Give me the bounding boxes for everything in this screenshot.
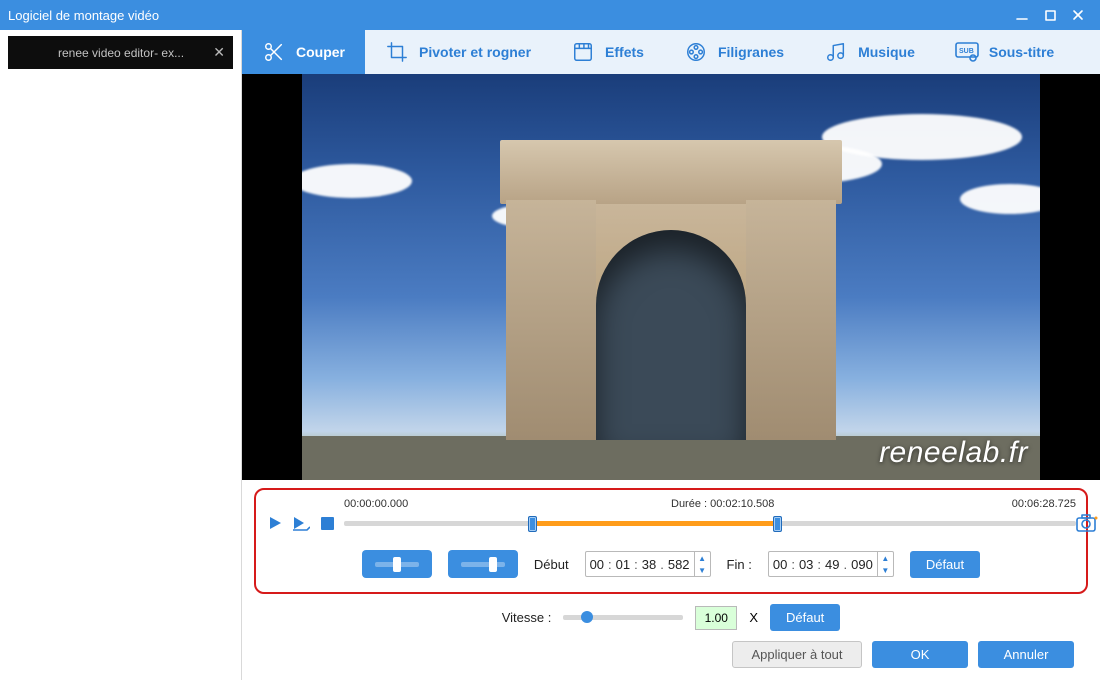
speed-thumb[interactable] <box>581 611 593 623</box>
music-icon <box>824 40 848 64</box>
start-ss[interactable]: 38 <box>638 557 660 572</box>
speed-slider[interactable] <box>563 615 683 620</box>
file-name: renee video editor- ex... <box>58 46 207 60</box>
reel-icon <box>684 40 708 64</box>
timeline-start-label: 00:00:00.000 <box>344 498 408 510</box>
end-hh[interactable]: 00 <box>769 557 791 572</box>
maximize-button[interactable] <box>1036 4 1064 26</box>
play-to-end-button[interactable] <box>292 514 310 532</box>
set-start-button[interactable] <box>362 550 432 578</box>
titlebar: Logiciel de montage vidéo <box>0 0 1100 30</box>
preview-watermark: reneelab.fr <box>879 436 1028 470</box>
end-label: Fin : <box>727 557 752 572</box>
close-button[interactable] <box>1064 4 1092 26</box>
tab-label: Musique <box>858 44 915 60</box>
default-cut-button[interactable]: Défaut <box>910 551 980 578</box>
speed-row: Vitesse : 1.00 X Défaut <box>254 604 1088 631</box>
set-end-button[interactable] <box>448 550 518 578</box>
speed-x: X <box>749 610 758 625</box>
tab-label: Pivoter et rogner <box>419 44 531 60</box>
default-speed-button[interactable]: Défaut <box>770 604 840 631</box>
snapshot-button[interactable] <box>1076 513 1098 533</box>
timeline-track[interactable] <box>344 514 1076 532</box>
tab-label: Sous-titre <box>989 44 1054 60</box>
start-ms[interactable]: 582 <box>664 557 694 572</box>
tab-subtitle[interactable]: SUB Sous-titre <box>935 30 1074 74</box>
range-start-handle[interactable] <box>528 516 537 532</box>
start-label: Début <box>534 557 569 572</box>
video-preview[interactable]: reneelab.fr <box>242 74 1100 480</box>
footer-buttons: Appliquer à tout OK Annuler <box>254 631 1088 668</box>
crop-icon <box>385 40 409 64</box>
close-icon[interactable]: ✕ <box>213 44 225 61</box>
tab-label: Effets <box>605 44 644 60</box>
file-sidebar: renee video editor- ex... ✕ <box>0 30 242 680</box>
window-title: Logiciel de montage vidéo <box>8 8 1008 23</box>
spin-up-icon[interactable]: ▲ <box>878 552 893 564</box>
end-mm[interactable]: 03 <box>795 557 817 572</box>
svg-text:SUB: SUB <box>959 48 974 55</box>
range-end-handle[interactable] <box>773 516 782 532</box>
tab-music[interactable]: Musique <box>804 30 935 74</box>
subtitle-icon: SUB <box>955 40 979 64</box>
speed-value[interactable]: 1.00 <box>695 606 737 630</box>
ok-button[interactable]: OK <box>872 641 968 668</box>
start-mm[interactable]: 01 <box>612 557 634 572</box>
timeline-end-label: 00:06:28.725 <box>1012 498 1076 510</box>
end-time-field[interactable]: 00: 03: 49. 090 ▲▼ <box>768 551 894 577</box>
film-icon <box>571 40 595 64</box>
start-time-field[interactable]: 00: 01: 38. 582 ▲▼ <box>585 551 711 577</box>
cut-controls-group: 00:00:00.000 Durée : 00:02:10.508 00:06:… <box>254 488 1088 594</box>
cancel-button[interactable]: Annuler <box>978 641 1074 668</box>
spin-down-icon[interactable]: ▼ <box>695 564 710 576</box>
play-button[interactable] <box>266 514 284 532</box>
timeline-duration-label: Durée : 00:02:10.508 <box>671 498 774 510</box>
tab-effects[interactable]: Effets <box>551 30 664 74</box>
spin-up-icon[interactable]: ▲ <box>695 552 710 564</box>
speed-label: Vitesse : <box>502 610 552 625</box>
stop-button[interactable] <box>318 514 336 532</box>
tool-tabs: Couper Pivoter et rogner Effets Filigran… <box>242 30 1100 74</box>
spin-down-icon[interactable]: ▼ <box>878 564 893 576</box>
start-hh[interactable]: 00 <box>586 557 608 572</box>
file-thumbnail <box>12 42 50 64</box>
end-ms[interactable]: 090 <box>847 557 877 572</box>
tab-cut[interactable]: Couper <box>242 30 365 74</box>
duration-prefix: Durée : <box>671 498 707 510</box>
minimize-button[interactable] <box>1008 4 1036 26</box>
duration-value: 00:02:10.508 <box>710 498 774 510</box>
tab-label: Couper <box>296 44 345 60</box>
end-ss[interactable]: 49 <box>821 557 843 572</box>
file-item[interactable]: renee video editor- ex... ✕ <box>8 36 233 69</box>
tab-watermark[interactable]: Filigranes <box>664 30 804 74</box>
tab-rotate-crop[interactable]: Pivoter et rogner <box>365 30 551 74</box>
tab-label: Filigranes <box>718 44 784 60</box>
apply-all-button[interactable]: Appliquer à tout <box>732 641 862 668</box>
scissors-icon <box>262 40 286 64</box>
